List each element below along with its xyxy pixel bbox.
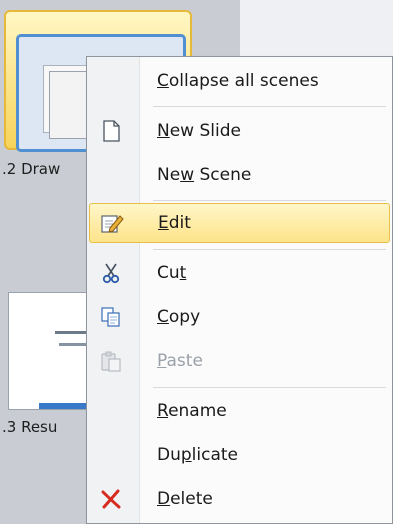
- menu-item-rename[interactable]: Rename: [89, 391, 390, 431]
- menu-item-new-slide[interactable]: New Slide: [89, 111, 390, 151]
- context-menu: Collapse all scenes New Slide New Scene: [86, 56, 393, 524]
- menu-separator: [153, 387, 386, 388]
- menu-item-label: Duplicate: [157, 445, 239, 465]
- menu-item-label: Copy: [157, 307, 201, 327]
- copy-icon: [95, 301, 127, 333]
- menu-item-label: Edit: [158, 213, 191, 233]
- paste-icon: [95, 345, 127, 377]
- menu-item-new-scene[interactable]: New Scene: [89, 155, 390, 195]
- menu-item-label: Delete: [157, 489, 213, 509]
- menu-item-label: Cut: [157, 263, 187, 283]
- scene-thumbnail-label: .2 Draw: [2, 160, 61, 178]
- menu-item-label: New Slide: [157, 121, 241, 141]
- menu-separator: [153, 249, 386, 250]
- menu-separator: [153, 106, 386, 107]
- menu-item-label: New Scene: [157, 165, 252, 185]
- delete-icon: [95, 483, 127, 515]
- new-slide-icon: [95, 115, 127, 147]
- menu-item-paste[interactable]: Paste: [89, 341, 390, 381]
- edit-icon: [96, 207, 128, 239]
- menu-item-delete[interactable]: Delete: [89, 479, 390, 519]
- cut-icon: [95, 257, 127, 289]
- menu-item-cut[interactable]: Cut: [89, 253, 390, 293]
- menu-item-collapse-all-scenes[interactable]: Collapse all scenes: [89, 61, 390, 101]
- menu-item-label: Rename: [157, 401, 227, 421]
- menu-item-label: Collapse all scenes: [157, 71, 319, 91]
- menu-item-copy[interactable]: Copy: [89, 297, 390, 337]
- scene-thumbnail-label: .3 Resu: [2, 418, 58, 436]
- menu-item-edit[interactable]: Edit: [89, 203, 390, 243]
- menu-item-duplicate[interactable]: Duplicate: [89, 435, 390, 475]
- menu-separator: [153, 200, 386, 201]
- menu-item-label: Paste: [157, 351, 203, 371]
